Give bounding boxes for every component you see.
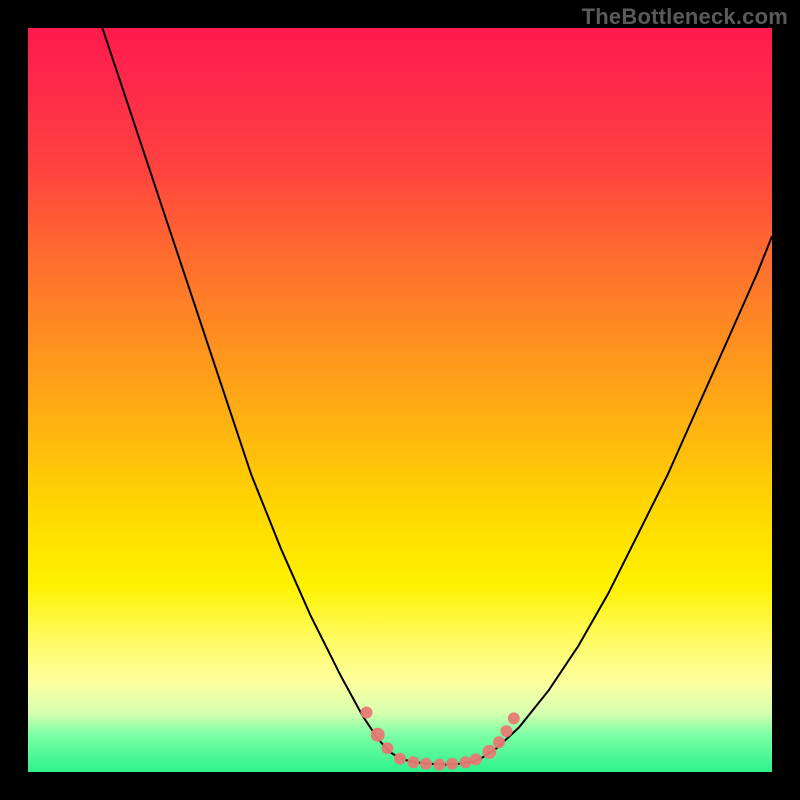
valley-marker [493,736,505,748]
bottleneck-curve [28,28,772,772]
curve-left-branch [102,28,400,759]
curve-right-branch [482,236,772,758]
valley-marker [420,758,432,770]
valley-marker [394,753,406,765]
valley-markers [361,707,520,771]
valley-marker [460,756,472,768]
valley-marker [500,725,512,737]
valley-marker [446,758,458,770]
valley-marker [508,712,520,724]
plot-area [28,28,772,772]
valley-marker [470,753,482,765]
valley-marker [381,742,393,754]
valley-marker [407,756,419,768]
valley-marker [371,728,385,742]
watermark-text: TheBottleneck.com [582,4,788,30]
valley-marker [433,759,445,771]
chart-frame: TheBottleneck.com [0,0,800,800]
valley-marker [482,745,496,759]
valley-marker [361,707,373,719]
